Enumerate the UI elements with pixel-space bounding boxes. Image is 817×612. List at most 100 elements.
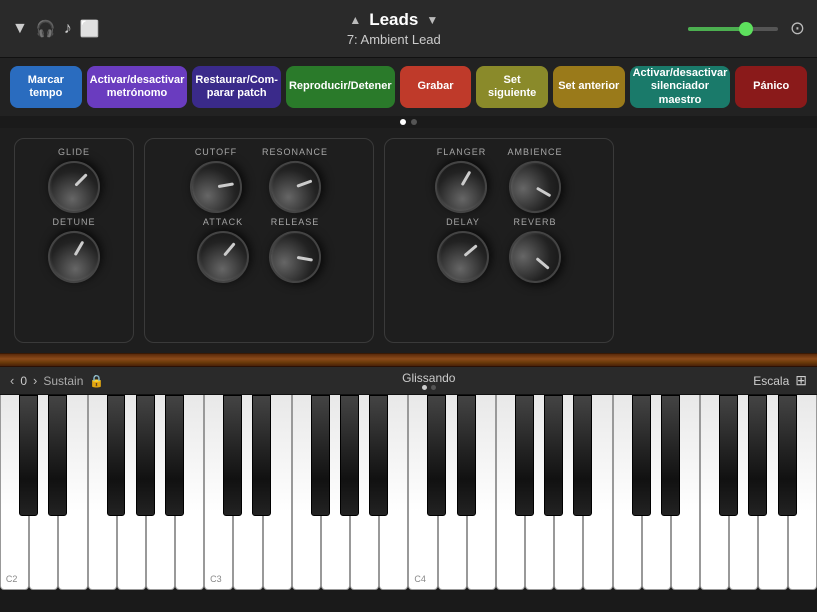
- black-key[interactable]: [223, 395, 242, 516]
- black-key[interactable]: [457, 395, 476, 516]
- knob-group-2: CUTOFF RESONANCE ATTACK RELEASE: [144, 138, 374, 343]
- master-mute-button[interactable]: Activar/desactivar silenciador maestro: [630, 66, 731, 108]
- black-key[interactable]: [311, 395, 330, 516]
- tap-tempo-button[interactable]: Marcar tempo: [10, 66, 82, 108]
- keyboard-left-controls: ‹ 0 › Sustain 🔒: [10, 373, 104, 388]
- attack-label: ATTACK: [203, 217, 243, 227]
- knob-group-1: GLIDE DETUNE: [14, 138, 134, 343]
- black-key[interactable]: [369, 395, 388, 516]
- patch-name: Leads: [369, 10, 418, 30]
- black-key[interactable]: [165, 395, 184, 516]
- resonance-label: RESONANCE: [262, 147, 328, 157]
- cutoff-knob-item: CUTOFF: [190, 147, 242, 213]
- knob-group-3: FLANGER AMBIENCE DELAY REVERB: [384, 138, 614, 343]
- attack-knob[interactable]: [186, 220, 259, 293]
- glide-label: GLIDE: [58, 147, 90, 157]
- piano-keyboard[interactable]: C2C3C4: [0, 395, 817, 590]
- black-key[interactable]: [340, 395, 359, 516]
- scala-label: Escala: [753, 374, 789, 388]
- reverb-knob[interactable]: [498, 220, 571, 293]
- fx-bottom-row: DELAY REVERB: [397, 217, 601, 283]
- cutoff-knob[interactable]: [186, 157, 246, 217]
- top-bar-left: ▼ 🎧 ♪ ⬜: [12, 19, 100, 39]
- cutoff-label: CUTOFF: [195, 147, 237, 157]
- black-key[interactable]: [573, 395, 592, 516]
- black-key[interactable]: [748, 395, 767, 516]
- nav-up-arrow[interactable]: ▲: [349, 13, 361, 27]
- keyboard-toolbar: ‹ 0 › Sustain 🔒 Glissando Escala ⊞: [0, 367, 817, 395]
- play-stop-button[interactable]: Reproducir/Detener: [286, 66, 395, 108]
- resonance-knob-item: RESONANCE: [262, 147, 328, 213]
- flanger-label: FLANGER: [437, 147, 487, 157]
- toggle-metronome-button[interactable]: Activar/desactivar metrónomo: [87, 66, 188, 108]
- dot-2[interactable]: [411, 119, 417, 125]
- top-bar-center: ▲ Leads ▼ 7: Ambient Lead: [347, 10, 441, 47]
- octave-label: C3: [210, 574, 222, 584]
- reverb-label: REVERB: [513, 217, 556, 227]
- octave-up-button[interactable]: ›: [33, 373, 37, 388]
- glissando-dot-1[interactable]: [422, 385, 427, 390]
- figure-icon[interactable]: ♪: [64, 20, 72, 38]
- attack-knob-item: ATTACK: [197, 217, 249, 283]
- keyboard-right-controls: Escala ⊞: [753, 372, 807, 389]
- top-bar-right: ⊙: [688, 18, 805, 39]
- delay-knob[interactable]: [426, 220, 499, 293]
- window-icon[interactable]: ⬜: [80, 19, 100, 39]
- release-label: RELEASE: [271, 217, 320, 227]
- release-knob-item: RELEASE: [269, 217, 321, 283]
- release-knob[interactable]: [265, 227, 325, 287]
- dot-1[interactable]: [400, 119, 406, 125]
- panic-button[interactable]: Pánico: [735, 66, 807, 108]
- nav-down-arrow[interactable]: ▼: [426, 13, 438, 27]
- detune-knob-item: DETUNE: [27, 217, 121, 283]
- page-dots: [0, 116, 817, 128]
- flanger-knob-item: FLANGER: [435, 147, 487, 213]
- black-key[interactable]: [48, 395, 67, 516]
- black-key[interactable]: [19, 395, 38, 516]
- black-key[interactable]: [252, 395, 271, 516]
- black-key[interactable]: [427, 395, 446, 516]
- ambience-knob-item: AMBIENCE: [507, 147, 562, 213]
- next-set-button[interactable]: Set siguiente: [476, 66, 548, 108]
- glide-knob-item: GLIDE: [27, 147, 121, 213]
- octave-label: C2: [6, 574, 18, 584]
- black-key[interactable]: [661, 395, 680, 516]
- resonance-knob[interactable]: [262, 154, 329, 221]
- ambience-label: AMBIENCE: [507, 147, 562, 157]
- glissando-dot-2[interactable]: [431, 385, 436, 390]
- filter-row: CUTOFF RESONANCE: [157, 147, 361, 213]
- patch-sub: 7: Ambient Lead: [347, 32, 441, 47]
- black-key[interactable]: [719, 395, 738, 516]
- restore-patch-button[interactable]: Restaurar/Com-parar patch: [192, 66, 281, 108]
- dropdown-icon[interactable]: ▼: [12, 20, 28, 38]
- headphones-icon[interactable]: 🎧: [36, 19, 56, 39]
- glissando-dots: [422, 385, 436, 390]
- synth-panel: GLIDE DETUNE CUTOFF RESONANCE ATTACK: [0, 128, 817, 353]
- volume-fill: [688, 27, 747, 31]
- delay-knob-item: DELAY: [437, 217, 489, 283]
- detune-knob[interactable]: [38, 221, 109, 292]
- volume-slider[interactable]: [688, 27, 778, 31]
- octave-value: 0: [20, 374, 27, 388]
- black-key[interactable]: [107, 395, 126, 516]
- black-key[interactable]: [778, 395, 797, 516]
- glide-knob[interactable]: [37, 150, 111, 224]
- button-row: Marcar tempo Activar/desactivar metrónom…: [0, 58, 817, 116]
- delay-label: DELAY: [446, 217, 480, 227]
- black-key[interactable]: [632, 395, 651, 516]
- black-key[interactable]: [515, 395, 534, 516]
- record-button[interactable]: Grabar: [400, 66, 472, 108]
- settings-icon[interactable]: ⊙: [790, 18, 805, 39]
- scale-grid-icon[interactable]: ⊞: [795, 372, 807, 389]
- detune-label: DETUNE: [52, 217, 95, 227]
- flanger-knob[interactable]: [426, 151, 497, 222]
- fx-top-row: FLANGER AMBIENCE: [397, 147, 601, 213]
- nav-row: ▲ Leads ▼: [349, 10, 438, 30]
- black-key[interactable]: [544, 395, 563, 516]
- octave-down-button[interactable]: ‹: [10, 373, 14, 388]
- lock-icon[interactable]: 🔒: [89, 374, 104, 388]
- prev-set-button[interactable]: Set anterior: [553, 66, 625, 108]
- ambience-knob[interactable]: [499, 151, 570, 222]
- sustain-label: Sustain: [43, 374, 83, 388]
- black-key[interactable]: [136, 395, 155, 516]
